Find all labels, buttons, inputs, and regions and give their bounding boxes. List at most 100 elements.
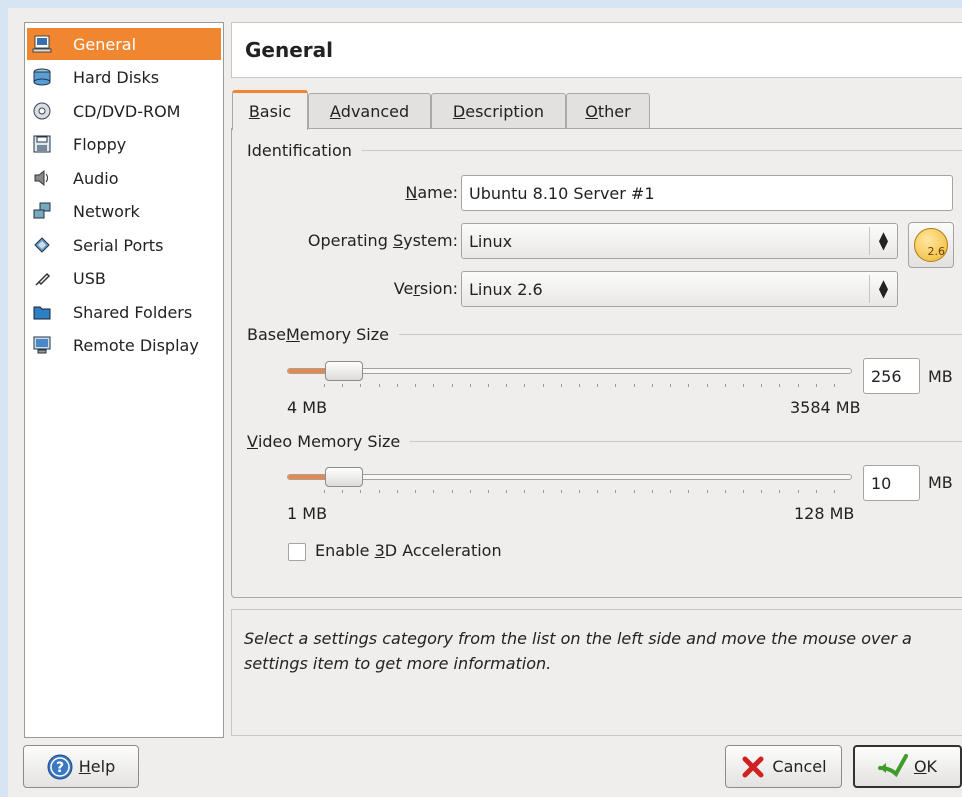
base-memory-min-label: 4 MB [287,398,328,417]
slider-thumb[interactable] [325,361,363,381]
network-icon [31,200,53,222]
slider-tick [688,384,689,387]
divider [398,334,962,335]
sidebar-item-label: General [73,34,137,54]
sidebar-item-general[interactable]: General [27,28,221,60]
base-memory-unit: MB [928,367,953,386]
slider-thumb[interactable] [325,467,363,487]
slider-tick [725,384,726,387]
os-select[interactable]: Linux ▲ ▼ [461,223,898,259]
name-label: Name: [405,183,458,202]
slider-tick [579,384,580,387]
label-accel: S [392,231,404,250]
ok-checkmark-icon [877,753,908,780]
base-memory-slider[interactable] [287,361,852,381]
slider-tick [743,490,744,493]
button-accel: H [78,757,91,776]
tab-label: ther [597,102,631,121]
divider [410,441,962,442]
slider-tick [670,490,671,493]
slider-tick [597,384,598,387]
video-memory-unit: MB [928,473,953,492]
slider-tick [415,384,416,387]
sidebar-item-label: Serial Ports [73,235,164,255]
sidebar-item-shared-folders[interactable]: Shared Folders [27,296,221,328]
tab-label-accel: O [585,102,598,121]
slider-tick [798,384,799,387]
sidebar-item-remote-display[interactable]: Remote Display [27,329,221,361]
label-accel: N [405,183,418,202]
sidebar-item-network[interactable]: Network [27,195,221,227]
base-memory-input[interactable]: 256 [863,358,920,394]
linux-os-icon: 2.6 [914,228,948,262]
version-select[interactable]: Linux 2.6 ▲ ▼ [461,271,898,307]
sidebar-item-serial-ports[interactable]: Serial Ports [27,229,221,261]
help-button[interactable]: ? Help [23,745,139,788]
video-memory-group-title: Video Memory Size [247,432,962,451]
divider [361,150,962,151]
slider-tick [561,490,562,493]
label-text: ystem: [403,231,458,250]
enable-3d-label[interactable]: Enable 3D Acceleration [315,541,502,560]
slider-tick [615,384,616,387]
info-text: Select a settings category from the list… [231,609,962,736]
label-text: D Acceleration [384,541,502,560]
slider-tick [834,490,835,493]
slider-tick [834,384,835,387]
slider-tick [470,490,471,493]
tab-advanced[interactable]: Advanced [308,93,431,129]
video-memory-input[interactable]: 10 [863,465,920,501]
category-list[interactable]: General Hard Disks CD/DVD-ROM Floppy Aud… [24,22,224,738]
sidebar-item-usb[interactable]: USB [27,262,221,294]
os-type-button[interactable]: 2.6 [908,222,954,268]
sidebar-item-floppy[interactable]: Floppy [27,128,221,160]
slider-tick [816,384,817,387]
label-text: ame: [417,183,458,202]
sidebar-item-cd-dvd-rom[interactable]: CD/DVD-ROM [27,95,221,127]
slider-tick [652,384,653,387]
slider-tick [452,490,453,493]
slider-tick [634,490,635,493]
general-icon [31,33,53,55]
svg-text:?: ? [56,760,64,776]
group-label: emory Size [299,325,389,344]
name-field[interactable]: Ubuntu 8.10 Server #1 [461,175,953,211]
label-text: Enable [315,541,375,560]
sidebar-item-hard-disks[interactable]: Hard Disks [27,61,221,93]
version-label: Version: [394,279,458,298]
slider-tick [761,384,762,387]
tab-other[interactable]: Other [566,93,650,129]
sidebar-item-audio[interactable]: Audio [27,162,221,194]
enable-3d-checkbox[interactable] [288,543,306,561]
basic-tab-panel: Identification Name: Ubuntu 8.10 Server … [231,128,962,598]
slider-tick [342,384,343,387]
remote-display-icon [31,334,53,356]
slider-tick [816,490,817,493]
slider-tick [725,490,726,493]
sidebar-item-label: Shared Folders [73,302,193,322]
base-memory-max-label: 3584 MB [790,398,861,417]
ok-button[interactable]: OK [853,745,962,788]
label-text: Operating [307,231,393,250]
slider-tick [543,384,544,387]
cancel-button[interactable]: Cancel [725,745,842,788]
slider-tick [707,384,708,387]
slider-tick [397,490,398,493]
sidebar-item-label: Floppy [73,134,127,154]
os-badge: 2.6 [927,245,946,258]
video-memory-slider[interactable] [287,467,852,487]
slider-tick [342,490,343,493]
slider-tick [360,384,361,387]
slider-tick [798,490,799,493]
slider-tick [652,490,653,493]
slider-tick [470,384,471,387]
tab-description[interactable]: Description [431,93,566,129]
slider-tick [543,490,544,493]
sidebar-item-label: Remote Display [73,335,199,355]
os-value: Linux [469,231,513,251]
help-icon: ? [47,754,73,780]
name-value: Ubuntu 8.10 Server #1 [469,183,655,203]
label-accel: V [247,432,258,451]
tab-basic[interactable]: Basic [232,90,308,130]
slider-tick [707,490,708,493]
